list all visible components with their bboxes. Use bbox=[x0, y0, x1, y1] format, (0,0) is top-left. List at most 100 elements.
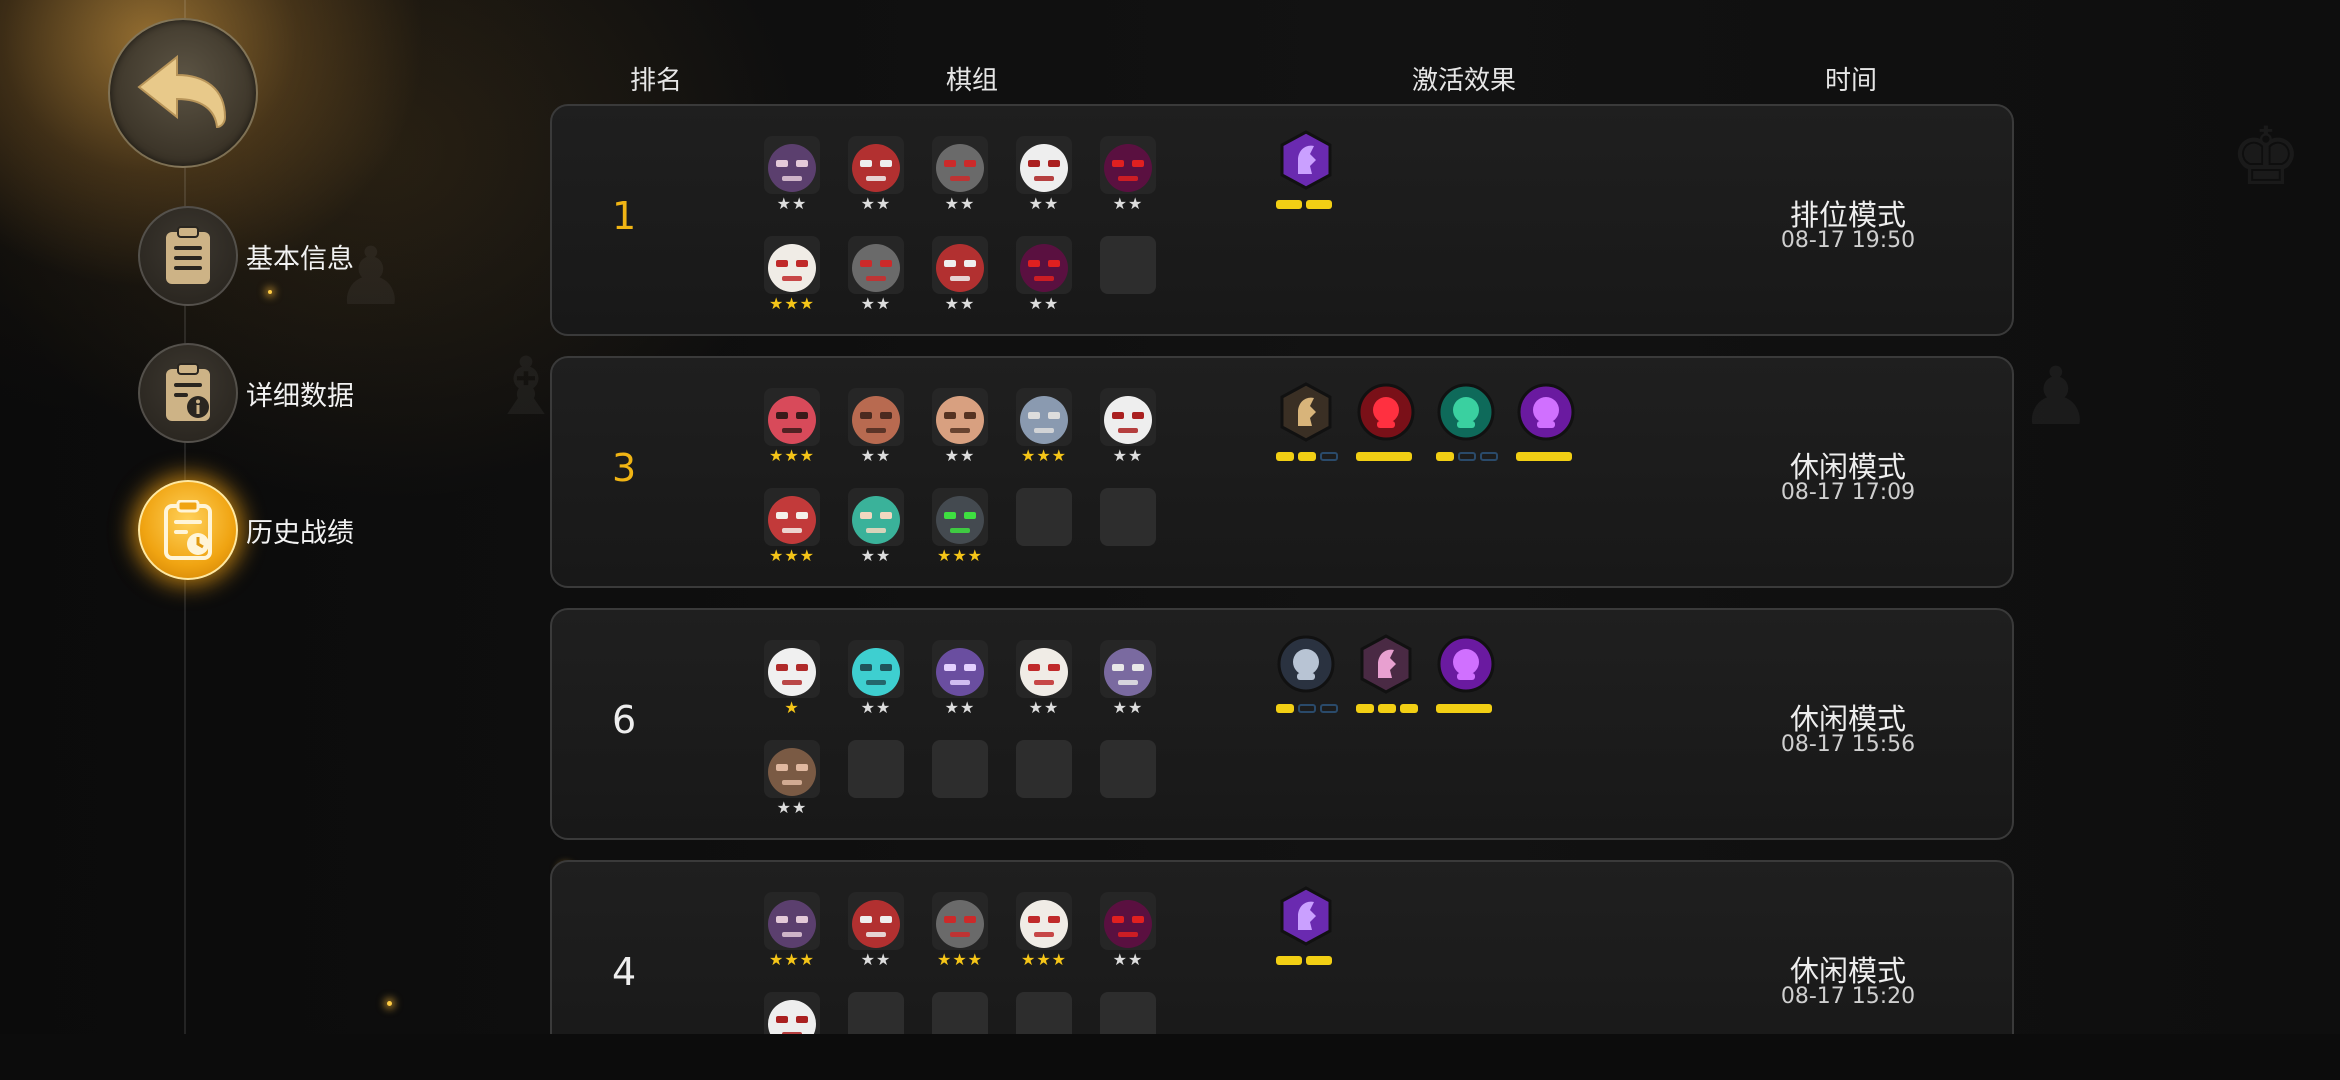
skull-warrior-icon bbox=[1100, 388, 1156, 446]
star-rating: ★★ bbox=[944, 194, 976, 213]
trait-level-bar bbox=[1298, 452, 1316, 461]
lineup-empty-slot[interactable] bbox=[1100, 740, 1156, 822]
lineup-piece[interactable]: ★ bbox=[764, 640, 820, 722]
lineup-empty-slot[interactable] bbox=[1100, 236, 1156, 318]
match-record-row[interactable]: 4 ★★★ ★★ ★★★ ★★★ ★★ 休闲模式 08-17 15:20 bbox=[550, 860, 2014, 1034]
lineup-piece[interactable]: ★★ bbox=[848, 488, 904, 570]
lineup-piece[interactable]: ★★ bbox=[1016, 136, 1072, 218]
rank-number: 3 bbox=[612, 446, 637, 490]
lineup-piece[interactable]: ★★ bbox=[764, 136, 820, 218]
trait-effect[interactable] bbox=[1276, 382, 1338, 472]
star-rating: ★★★ bbox=[768, 446, 816, 465]
lineup-piece[interactable]: ★★★ bbox=[932, 488, 988, 570]
lineup-piece[interactable]: ★★ bbox=[1016, 640, 1072, 722]
lineup-piece[interactable]: ★★ bbox=[764, 740, 820, 822]
iron-mask-portrait bbox=[932, 892, 988, 950]
helmet-knight-icon bbox=[764, 892, 820, 950]
lineup-empty-slot[interactable] bbox=[932, 992, 988, 1034]
red-demon-portrait bbox=[1016, 236, 1072, 294]
purple-knight-icon bbox=[1280, 886, 1332, 946]
purple-bat-icon bbox=[932, 640, 988, 698]
lineup-empty-slot[interactable] bbox=[848, 740, 904, 822]
star-rating: ★ bbox=[784, 698, 800, 717]
lineup-piece[interactable]: ★★★ bbox=[1016, 388, 1072, 470]
helmet-knight-icon bbox=[764, 136, 820, 194]
trait-effect[interactable] bbox=[1276, 634, 1338, 724]
green-hair-girl-icon bbox=[848, 488, 904, 546]
trait-level-bars bbox=[1436, 704, 1492, 713]
match-record-row[interactable]: 6 ★ ★★ ★★ ★★ ★★ ★★ 休闲模式 08-17 15:56 bbox=[550, 608, 2014, 840]
lineup-empty-slot[interactable] bbox=[1016, 488, 1072, 570]
lineup-piece[interactable]: ★★★ bbox=[764, 488, 820, 570]
lineup-empty-slot[interactable] bbox=[1016, 740, 1072, 822]
trait-level-bars bbox=[1276, 956, 1332, 965]
match-list[interactable]: 1 ★★ ★★ ★★ ★★ ★★ ★★★ ★★ ★★ ★★ 排位模式 08-17 19:50 3 ★★★ ★… bbox=[0, 0, 2340, 1034]
helmet-knight-portrait bbox=[764, 892, 820, 950]
lineup-piece[interactable]: ★★★ bbox=[764, 892, 820, 974]
trait-level-bars bbox=[1276, 452, 1338, 461]
lineup-empty-slot[interactable] bbox=[932, 740, 988, 822]
lineup-piece[interactable]: ★★ bbox=[932, 136, 988, 218]
helmet-girl-icon bbox=[1100, 640, 1156, 698]
cyclops-robot-portrait bbox=[932, 488, 988, 546]
bottom-bar bbox=[0, 1034, 2340, 1080]
purple-demon-icon bbox=[1517, 383, 1575, 441]
lineup-piece[interactable]: ★★ bbox=[848, 136, 904, 218]
goggle-brute-icon bbox=[932, 388, 988, 446]
trait-level-bars bbox=[1276, 704, 1338, 713]
lineup-piece[interactable] bbox=[764, 992, 820, 1034]
rank-number: 6 bbox=[612, 698, 637, 742]
empty-slot bbox=[932, 992, 988, 1034]
grey-person-icon bbox=[1277, 635, 1335, 693]
match-record-row[interactable]: 3 ★★★ ★★ ★★ ★★★ ★★ ★★★ ★★ ★★★ 休闲模式 08-17 17:09 bbox=[550, 356, 2014, 588]
trait-effect[interactable] bbox=[1356, 382, 1416, 472]
lineup-piece[interactable]: ★★ bbox=[1016, 236, 1072, 318]
trait-effect[interactable] bbox=[1276, 130, 1336, 220]
lineup-piece[interactable]: ★★ bbox=[932, 236, 988, 318]
lineup-piece[interactable]: ★★ bbox=[1100, 892, 1156, 974]
active-effects bbox=[1276, 886, 1756, 976]
lineup-empty-slot[interactable] bbox=[1100, 992, 1156, 1034]
lineup-piece[interactable]: ★★★ bbox=[932, 892, 988, 974]
lineup-piece[interactable]: ★★ bbox=[1100, 388, 1156, 470]
star-rating: ★★ bbox=[860, 698, 892, 717]
match-time: 08-17 15:56 bbox=[1780, 732, 1916, 757]
trait-level-bar bbox=[1516, 452, 1572, 461]
lineup-empty-slot[interactable] bbox=[848, 992, 904, 1034]
lineup-piece[interactable]: ★★ bbox=[848, 236, 904, 318]
star-rating: ★★★ bbox=[936, 950, 984, 969]
lineup-piece[interactable]: ★★★ bbox=[764, 236, 820, 318]
trait-effect[interactable] bbox=[1516, 382, 1576, 472]
trait-level-bar bbox=[1458, 452, 1476, 461]
green-hair-girl-portrait bbox=[848, 488, 904, 546]
star-rating: ★★ bbox=[1028, 294, 1060, 313]
trait-effect[interactable] bbox=[1276, 886, 1336, 976]
skull-warrior-icon bbox=[1016, 136, 1072, 194]
lineup-piece[interactable]: ★★ bbox=[848, 640, 904, 722]
lineup-piece[interactable]: ★★ bbox=[932, 640, 988, 722]
trait-level-bar bbox=[1356, 704, 1374, 713]
white-beast-portrait bbox=[764, 236, 820, 294]
red-orc-icon bbox=[764, 388, 820, 446]
lineup-piece[interactable]: ★★ bbox=[932, 388, 988, 470]
skull-warrior-portrait bbox=[1016, 136, 1072, 194]
star-rating: ★★ bbox=[1028, 194, 1060, 213]
lineup-piece[interactable]: ★★ bbox=[1100, 136, 1156, 218]
trait-effect[interactable] bbox=[1436, 382, 1498, 472]
trait-effect[interactable] bbox=[1356, 634, 1418, 724]
cyclops-robot-icon bbox=[932, 488, 988, 546]
white-yeti-portrait bbox=[764, 640, 820, 698]
pink-horse-icon bbox=[1360, 634, 1412, 694]
lineup-empty-slot[interactable] bbox=[1016, 992, 1072, 1034]
bearded-dwarf-portrait bbox=[764, 740, 820, 798]
lineup-piece[interactable]: ★★ bbox=[848, 892, 904, 974]
lineup-piece[interactable]: ★★★ bbox=[764, 388, 820, 470]
lineup-empty-slot[interactable] bbox=[1100, 488, 1156, 570]
trait-effect[interactable] bbox=[1436, 634, 1496, 724]
lineup-piece[interactable]: ★★★ bbox=[1016, 892, 1072, 974]
star-rating: ★★★ bbox=[1020, 446, 1068, 465]
active-effects bbox=[1276, 382, 1756, 472]
match-record-row[interactable]: 1 ★★ ★★ ★★ ★★ ★★ ★★★ ★★ ★★ ★★ 排位模式 08-17 19:50 bbox=[550, 104, 2014, 336]
lineup-piece[interactable]: ★★ bbox=[1100, 640, 1156, 722]
lineup-piece[interactable]: ★★ bbox=[848, 388, 904, 470]
